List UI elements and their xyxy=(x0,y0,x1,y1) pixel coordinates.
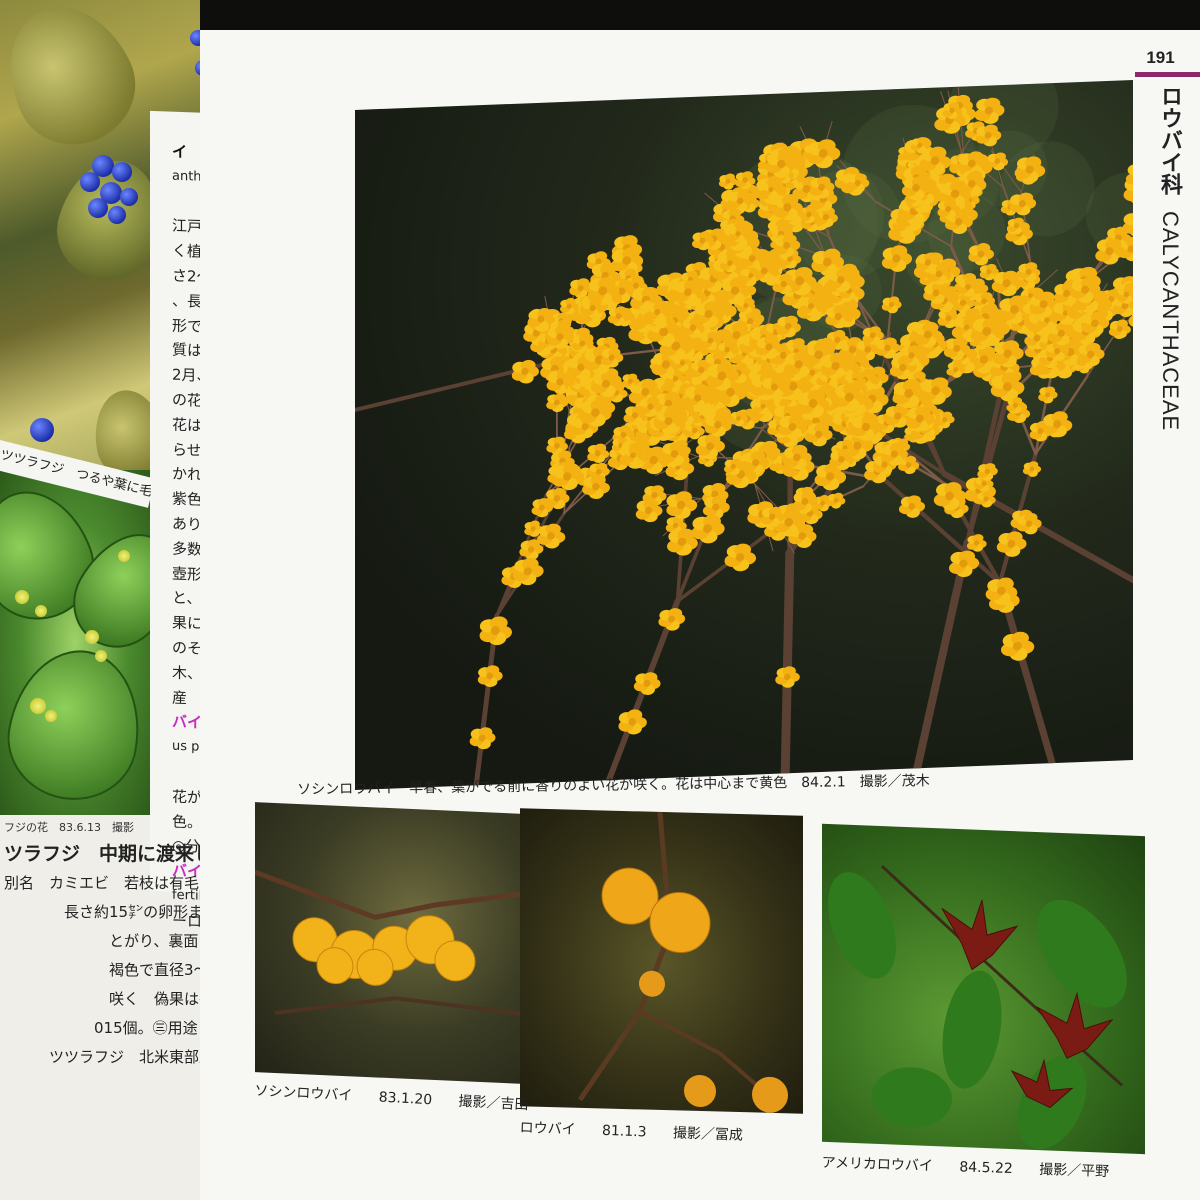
wintersweet-flower xyxy=(546,393,569,413)
photo-american-robai xyxy=(822,823,1145,1155)
photo1-credit: 撮影／吉田 xyxy=(458,1093,529,1114)
wintersweet-flower xyxy=(1022,461,1042,477)
wintersweet-flower xyxy=(658,608,686,631)
left-text-line-main: イ xyxy=(172,142,188,162)
wintersweet-flower xyxy=(1038,386,1058,404)
branch xyxy=(911,538,972,783)
photo-robai xyxy=(520,808,803,1114)
wintersweet-flower xyxy=(827,492,846,509)
wintersweet-flower xyxy=(1095,238,1125,265)
wintersweet-flower xyxy=(996,531,1027,557)
left-text-line-main: バイ xyxy=(172,712,203,733)
photo-robai-art xyxy=(577,811,788,1113)
wintersweet-flower xyxy=(775,666,800,688)
photo3-name: アメリカロウバイ xyxy=(821,1154,934,1175)
family-title-jp: ロウバイ科 xyxy=(1158,85,1183,195)
family-title: ロウバイ科 CALYCANTHACEAE xyxy=(1146,85,1186,431)
inset-plant-photo xyxy=(0,470,150,815)
wintersweet-flower xyxy=(1081,311,1110,336)
photo3-date: 84.5.22 xyxy=(959,1159,1014,1177)
wintersweet-flower xyxy=(948,550,980,578)
photo2-credit: 撮影／冨成 xyxy=(672,1125,744,1144)
wintersweet-flower xyxy=(966,534,987,552)
wintersweet-flower xyxy=(881,296,902,314)
wintersweet-flower xyxy=(633,672,661,695)
wintersweet-flower xyxy=(1000,631,1035,661)
page-number: 191 xyxy=(1146,48,1175,67)
photo-soshin-robai xyxy=(255,802,523,1084)
main-photo-branches xyxy=(355,80,1133,790)
page-rule xyxy=(1135,72,1200,77)
wintersweet-flower xyxy=(618,709,647,735)
wintersweet-flower xyxy=(1109,319,1131,339)
wintersweet-flower xyxy=(469,727,496,750)
main-photo xyxy=(355,80,1133,790)
photo-american-robai-art xyxy=(828,865,1127,1150)
photo-soshin-robai-art xyxy=(255,869,523,1016)
wintersweet-flower xyxy=(946,361,966,378)
branch xyxy=(602,598,681,790)
family-title-en: CALYCANTHACEAE xyxy=(1158,211,1183,432)
background-top xyxy=(200,0,1200,30)
wintersweet-flower xyxy=(718,173,738,190)
photo3-credit: 撮影／平野 xyxy=(1038,1161,1110,1181)
photo2-date: 81.1.3 xyxy=(601,1122,647,1141)
left-text-line-main: 産 xyxy=(172,688,188,707)
wintersweet-flower xyxy=(667,528,698,556)
wintersweet-flower xyxy=(991,270,1022,297)
photo1-date: 83.1.20 xyxy=(378,1089,433,1109)
inset-caption-bottom: フジの花 83.6.13 撮影 xyxy=(4,821,134,834)
wintersweet-flower xyxy=(479,616,513,646)
wintersweet-flower xyxy=(511,359,539,384)
wintersweet-flower xyxy=(477,665,503,688)
photo2-name: ロウバイ xyxy=(519,1119,576,1138)
wintersweet-flower xyxy=(537,523,566,549)
